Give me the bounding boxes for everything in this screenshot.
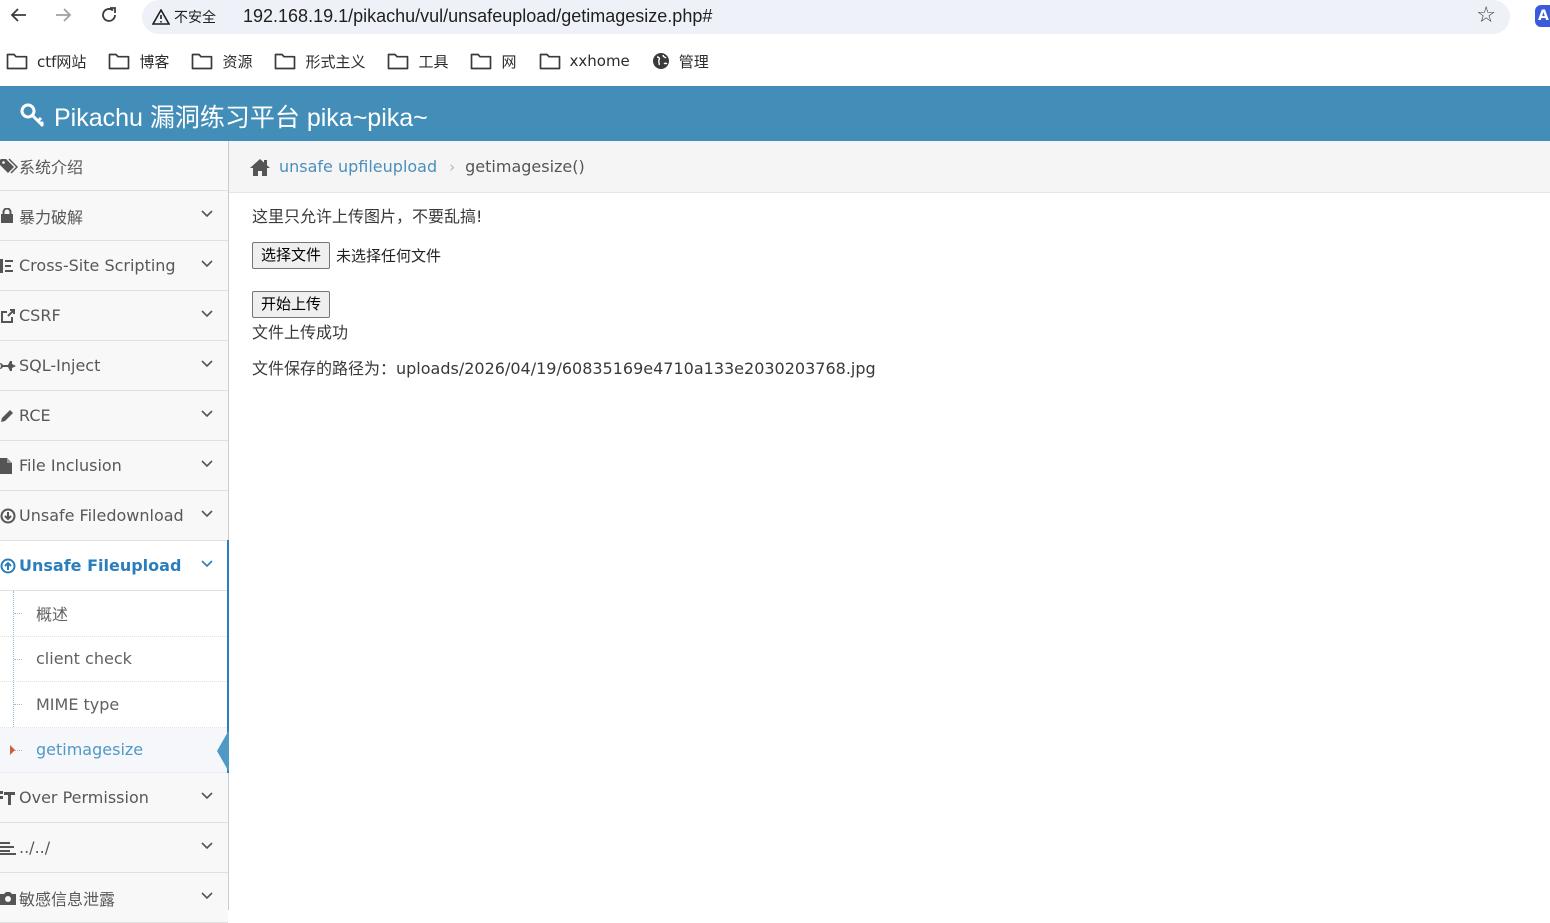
submenu-item-client-check[interactable]: client check — [0, 637, 227, 682]
folder-icon — [539, 53, 560, 70]
url-text[interactable]: 192.168.19.1/pikachu/vul/unsafeupload/ge… — [243, 3, 712, 29]
folder-icon — [275, 53, 296, 70]
sidebar-item-fileupload[interactable]: Unsafe Fileupload — [0, 540, 229, 591]
chevron-down-icon — [201, 560, 213, 568]
sidebar-item-file-inclusion[interactable]: File Inclusion — [0, 441, 228, 491]
app-header: Pikachu 漏洞练习平台 pika~pika~ — [0, 86, 1550, 141]
bookmark-item[interactable]: ctf网站 — [6, 51, 86, 72]
sidebar-item-dir-traversal[interactable]: ../../ — [0, 823, 228, 873]
folder-icon — [192, 53, 213, 70]
choose-file-button[interactable]: 选择文件 — [252, 241, 331, 269]
list-icon — [0, 258, 13, 273]
bookmark-item[interactable]: 博客 — [108, 51, 169, 72]
chevron-down-icon — [201, 410, 213, 418]
key-icon — [20, 103, 45, 128]
url-bar[interactable]: 不安全 192.168.19.1/pikachu/vul/unsafeuploa… — [142, 0, 1510, 34]
chevron-down-icon — [201, 842, 213, 850]
sidebar-item-xss[interactable]: Cross-Site Scripting — [0, 241, 228, 291]
file-input: 选择文件 未选择任何文件 — [252, 241, 876, 269]
breadcrumb-current: getimagesize() — [465, 157, 585, 176]
download-icon — [0, 508, 16, 523]
sidebar-item-intro[interactable]: 系统介绍 — [0, 141, 228, 191]
sidebar-item-sqli[interactable]: SQL-Inject — [0, 341, 228, 391]
folder-icon — [471, 53, 492, 70]
file-icon — [0, 457, 12, 474]
app-brand[interactable]: Pikachu 漏洞练习平台 pika~pika~ — [20, 98, 428, 134]
submenu-item-getimagesize[interactable]: getimagesize — [0, 727, 229, 773]
bookmark-item[interactable]: 形式主义 — [274, 51, 365, 72]
main-content: 这里只允许上传图片，不要乱搞! 选择文件 未选择任何文件 开始上传 文件上传成功… — [252, 205, 876, 381]
folder-icon — [6, 53, 28, 70]
home-icon[interactable] — [249, 158, 271, 176]
security-label: 不安全 — [174, 10, 216, 26]
chevron-down-icon — [201, 260, 213, 268]
sidebar-item-rce[interactable]: RCE — [0, 391, 228, 441]
sidebar: 系统介绍 暴力破解 Cross-Site Scripting CSRF SQL-… — [0, 141, 229, 923]
sidebar-item-bruteforce[interactable]: 暴力破解 — [0, 191, 228, 241]
security-chip[interactable]: 不安全 — [152, 6, 216, 28]
sidebar-item-over-permission[interactable]: Over Permission — [0, 773, 228, 823]
chevron-down-icon — [201, 792, 213, 800]
chevron-down-icon — [201, 510, 213, 518]
text-height-icon — [0, 790, 15, 805]
chevron-down-icon — [201, 460, 213, 468]
reload-icon — [102, 7, 116, 22]
bookmark-item[interactable]: 工具 — [387, 51, 448, 72]
chevron-down-icon — [201, 310, 213, 318]
submenu-item-mime-type[interactable]: MIME type — [0, 682, 227, 728]
forward-button[interactable] — [48, 2, 78, 28]
upload-notice: 这里只允许上传图片，不要乱搞! — [252, 207, 483, 226]
camera-icon — [0, 891, 16, 905]
breadcrumb-parent-link[interactable]: unsafe upfileupload — [279, 157, 437, 176]
reload-button[interactable] — [94, 2, 124, 28]
sidebar-item-filedownload[interactable]: Unsafe Filedownload — [0, 491, 228, 541]
chevron-down-icon — [201, 892, 213, 900]
sidebar-item-csrf[interactable]: CSRF — [0, 291, 228, 341]
sidebar-item-info-leak[interactable]: 敏感信息泄露 — [0, 873, 228, 923]
bookmark-item[interactable]: xxhome — [539, 52, 630, 70]
align-left-icon — [0, 841, 16, 855]
plane-icon — [0, 360, 16, 371]
breadcrumb-separator-icon: › — [449, 157, 456, 176]
folder-icon — [109, 53, 130, 70]
fileupload-submenu: 概述 client check MIME type getimagesize — [0, 591, 229, 773]
upload-result: 文件上传成功 — [252, 323, 349, 342]
warning-icon — [152, 9, 170, 25]
arrow-right-icon — [56, 8, 72, 22]
chevron-down-icon — [201, 360, 213, 368]
extension-button[interactable]: A — [1535, 5, 1550, 27]
bookmark-item[interactable]: 资源 — [191, 51, 252, 72]
active-pointer-icon — [217, 729, 229, 772]
bookmarks-bar: ctf网站 博客 资源 形式主义 工具 网 xxhome 管理 — [0, 44, 1550, 78]
globe-icon — [652, 53, 669, 69]
tags-icon — [0, 157, 18, 174]
back-button[interactable] — [4, 2, 34, 28]
caret-right-icon — [10, 744, 15, 755]
upload-icon — [0, 558, 16, 573]
bookmark-item[interactable]: 网 — [470, 51, 517, 72]
arrow-left-icon — [10, 8, 26, 22]
upload-submit-button[interactable]: 开始上传 — [252, 291, 331, 318]
lock-icon — [1, 207, 13, 223]
breadcrumb: unsafe upfileupload › getimagesize() — [229, 141, 1550, 193]
folder-icon — [388, 53, 409, 70]
share-icon — [1, 308, 15, 323]
app-title: Pikachu 漏洞练习平台 pika~pika~ — [54, 104, 428, 132]
bookmark-star-icon[interactable]: ☆ — [1476, 3, 1496, 29]
chevron-down-icon — [201, 210, 213, 218]
pencil-icon — [1, 409, 13, 422]
file-status: 未选择任何文件 — [336, 246, 442, 265]
bookmark-item[interactable]: 管理 — [652, 51, 709, 72]
submenu-item-overview[interactable]: 概述 — [0, 591, 227, 637]
browser-address-bar: 不安全 192.168.19.1/pikachu/vul/unsafeuploa… — [0, 0, 1550, 38]
upload-path: 文件保存的路径为：uploads/2026/04/19/60835169e471… — [252, 359, 876, 378]
